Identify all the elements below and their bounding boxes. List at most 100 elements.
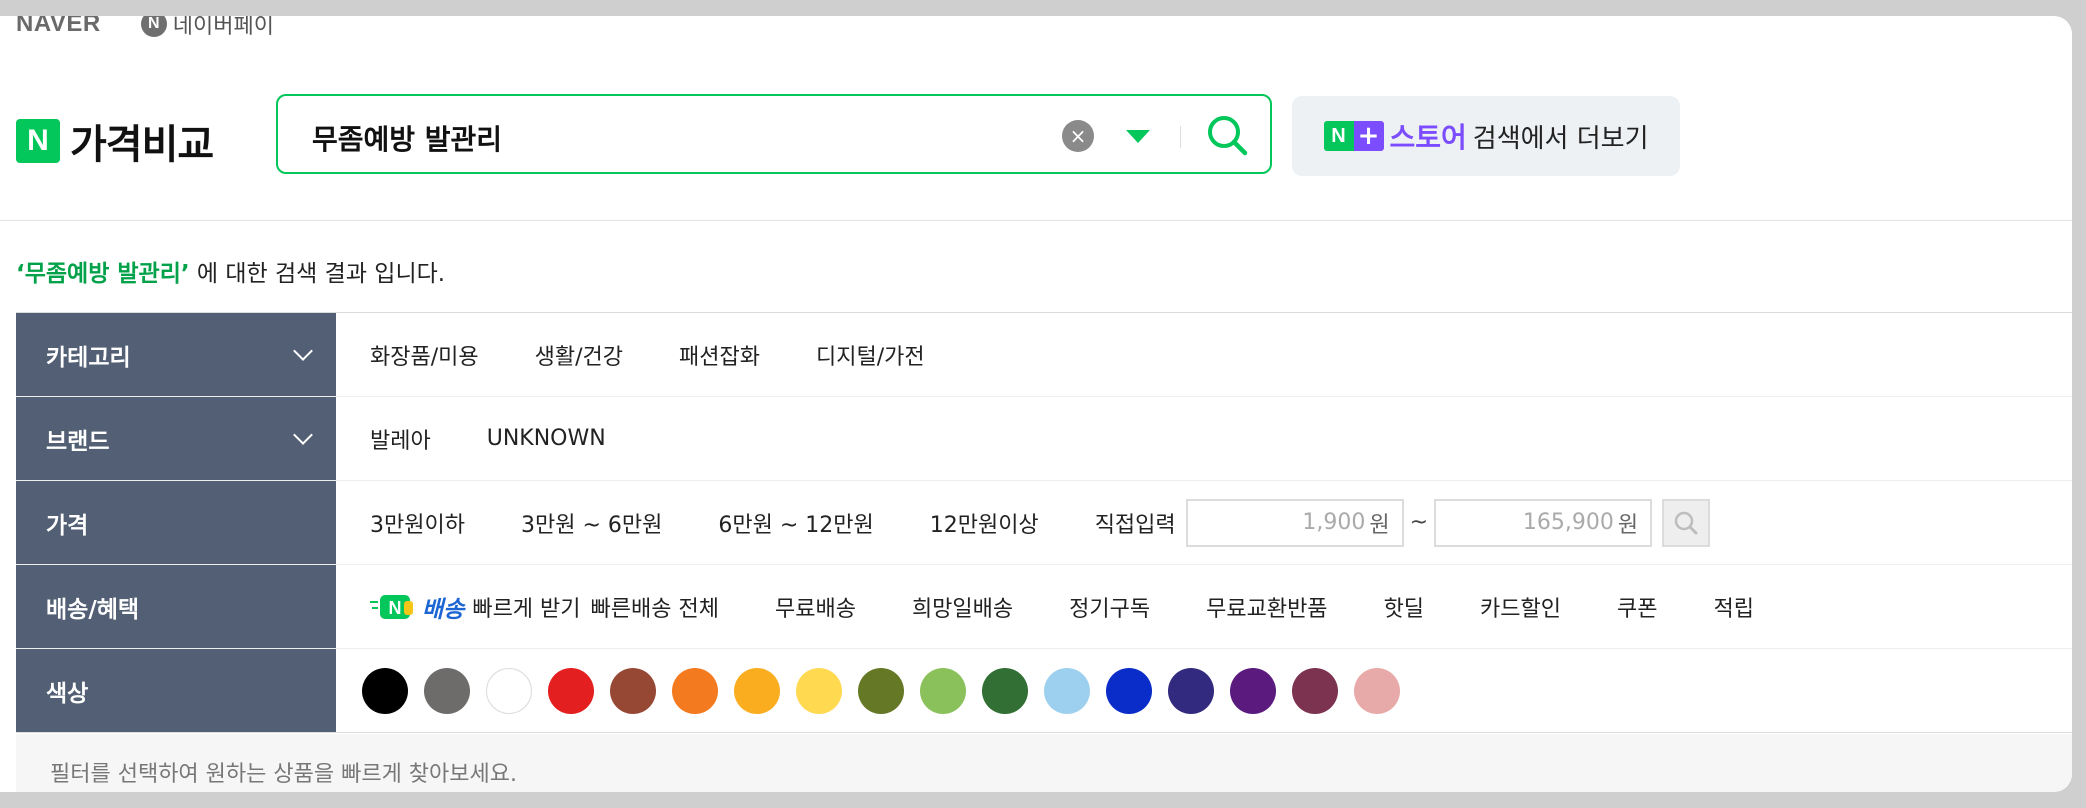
color-swatch[interactable] [486, 667, 532, 714]
color-swatch[interactable] [858, 667, 904, 714]
filter-row-color: 색상 [16, 649, 2072, 733]
min-price-input[interactable]: 1,900 원 [1185, 498, 1404, 547]
result-summary: ‘무좀예방 발관리’ 에 대한 검색 결과 입니다. [16, 254, 445, 288]
filter-option[interactable]: 빠른배송 전체 [591, 591, 719, 623]
filter-options: 3만원이하 3만원 ~ 6만원 6만원 ~ 12만원 12만원이상 직접입력 1… [336, 481, 1711, 564]
color-swatch[interactable] [672, 667, 718, 714]
filter-option[interactable]: 패션잡화 [679, 339, 760, 371]
chevron-down-icon [293, 340, 313, 361]
filter-option[interactable]: 쿠폰 [1617, 591, 1657, 623]
price-search-button[interactable] [1662, 498, 1711, 547]
search-icon [1674, 511, 1698, 534]
filter-option[interactable]: 화장품/미용 [370, 339, 479, 371]
filter-label: 배송/혜택 [46, 596, 140, 623]
filter-option[interactable]: 3만원이하 [370, 507, 465, 539]
filter-options: 발레아 UNKNOWN [336, 397, 662, 480]
filter-option[interactable]: 6만원 ~ 12만원 [718, 507, 873, 539]
color-swatch[interactable] [734, 667, 780, 714]
filter-label: 색상 [46, 680, 89, 707]
filter-head-price: 가격 [16, 481, 336, 564]
filter-label: 카테고리 [46, 344, 131, 371]
filter-options: 화장품/미용 생활/건강 패션잡화 디지털/가전 [336, 313, 981, 396]
filter-head-color: 색상 [16, 649, 336, 732]
max-price-placeholder: 165,900 [1522, 510, 1614, 535]
filter-hint-bar: 필터를 선택하여 원하는 상품을 빠르게 찾아보세요. [16, 734, 2072, 792]
color-swatch[interactable] [610, 667, 656, 714]
color-swatch[interactable] [548, 667, 594, 714]
naver-pay-label: 네이버페이 [172, 16, 274, 39]
filter-head-category[interactable]: 카테고리 [16, 313, 336, 396]
color-swatch[interactable] [982, 667, 1028, 714]
color-swatch[interactable] [1230, 667, 1276, 714]
filter-option[interactable]: 생활/건강 [535, 339, 623, 371]
color-swatch[interactable] [796, 667, 842, 714]
filter-option[interactable]: 발레아 [370, 423, 431, 455]
filter-label: 브랜드 [46, 428, 110, 455]
store-plus-icon: + [1353, 121, 1384, 151]
won-unit: 원 [1369, 512, 1390, 538]
filter-option[interactable]: 핫딜 [1384, 591, 1424, 623]
direct-input-label: 직접입력 [1094, 512, 1176, 538]
max-price-input[interactable]: 165,900 원 [1434, 498, 1653, 547]
store-more-label: 검색에서 더보기 [1472, 123, 1649, 154]
filter-option[interactable]: 카드할인 [1480, 591, 1561, 623]
filter-option[interactable]: 12만원이상 [930, 507, 1039, 539]
price-compare-logo[interactable]: N 가격비교 [16, 112, 214, 170]
filter-option[interactable]: 무료교환반품 [1206, 591, 1327, 623]
filter-row-price: 가격 3만원이하 3만원 ~ 6만원 6만원 ~ 12만원 12만원이상 직접입… [16, 481, 2072, 565]
filter-option[interactable]: 3만원 ~ 6만원 [521, 507, 662, 539]
delivery-truck-icon: N [370, 594, 413, 619]
store-badge: N + [1323, 121, 1384, 151]
filter-option[interactable]: 디지털/가전 [816, 339, 925, 371]
filter-options: N 배송 빠르게 받기 빠른배송 전체 무료배송 희망일배송 정기구독 무료교환… [336, 565, 1810, 648]
delivery-badge-label: 배송 [422, 596, 465, 623]
store-name: 스토어 [1389, 121, 1467, 154]
range-tilde: ~ [1409, 510, 1429, 535]
filter-option[interactable]: 희망일배송 [912, 591, 1013, 623]
filter-option[interactable]: 정기구독 [1069, 591, 1150, 623]
color-swatch[interactable] [1354, 667, 1400, 714]
fast-delivery-label: 빠르게 받기 [472, 596, 581, 622]
color-swatch[interactable] [424, 667, 470, 714]
filter-option[interactable]: 무료배송 [775, 591, 856, 623]
filter-option[interactable]: UNKNOWN [487, 426, 606, 451]
search-input[interactable]: 무좀예방 발관리 [312, 118, 502, 158]
color-swatch[interactable] [1044, 667, 1090, 714]
filter-head-delivery: 배송/혜택 [16, 565, 336, 648]
brand-title: 가격비교 [70, 122, 214, 168]
naver-pay-link[interactable]: N 네이버페이 [140, 16, 274, 40]
filter-hint: 필터를 선택하여 원하는 상품을 빠르게 찾아보세요. [50, 762, 518, 787]
filter-row-delivery: 배송/혜택 N 배송 빠르게 받기 빠른배송 전체 무료배송 희망일배송 정기구… [16, 565, 2072, 649]
color-swatch[interactable] [362, 667, 408, 714]
search-divider [1180, 126, 1181, 148]
search-box[interactable]: 무좀예방 발관리 × [276, 94, 1272, 174]
filter-row-category: 카테고리 화장품/미용 생활/건강 패션잡화 디지털/가전 [16, 313, 2072, 397]
naver-n-icon: N [16, 119, 60, 163]
color-swatch[interactable] [1106, 667, 1152, 714]
filter-option[interactable]: 적립 [1714, 591, 1754, 623]
dropdown-icon[interactable] [1126, 130, 1150, 143]
filter-head-brand[interactable]: 브랜드 [16, 397, 336, 480]
result-keyword: ‘무좀예방 발관리’ [16, 261, 190, 287]
min-price-placeholder: 1,900 [1302, 510, 1366, 535]
naver-logo[interactable]: NAVER [16, 16, 101, 38]
result-text: 에 대한 검색 결과 입니다. [189, 261, 446, 287]
store-n-icon: N [1323, 121, 1354, 151]
naver-pay-icon: N [140, 16, 167, 37]
store-search-more-button[interactable]: N + 스토어 검색에서 더보기 [1292, 96, 1680, 176]
color-swatches [336, 649, 1416, 732]
top-bar: NAVER N 네이버페이 [0, 16, 600, 48]
chevron-down-icon [293, 424, 313, 445]
color-swatch[interactable] [920, 667, 966, 714]
clear-icon[interactable]: × [1062, 120, 1094, 152]
svg-text:N: N [389, 598, 402, 618]
filter-table: 카테고리 화장품/미용 생활/건강 패션잡화 디지털/가전 브랜드 발레아 UN… [16, 312, 2072, 733]
color-swatch[interactable] [1292, 667, 1338, 714]
page: NAVER N 네이버페이 N 가격비교 무좀예방 발관리 × N + 스토어 … [0, 16, 2072, 792]
filter-row-brand: 브랜드 발레아 UNKNOWN [16, 397, 2072, 481]
fast-delivery-option[interactable]: N 배송 빠르게 받기 [370, 590, 581, 624]
search-icon[interactable] [1204, 112, 1250, 158]
color-swatch[interactable] [1168, 667, 1214, 714]
filter-label: 가격 [46, 512, 89, 539]
won-unit: 원 [1617, 512, 1639, 538]
